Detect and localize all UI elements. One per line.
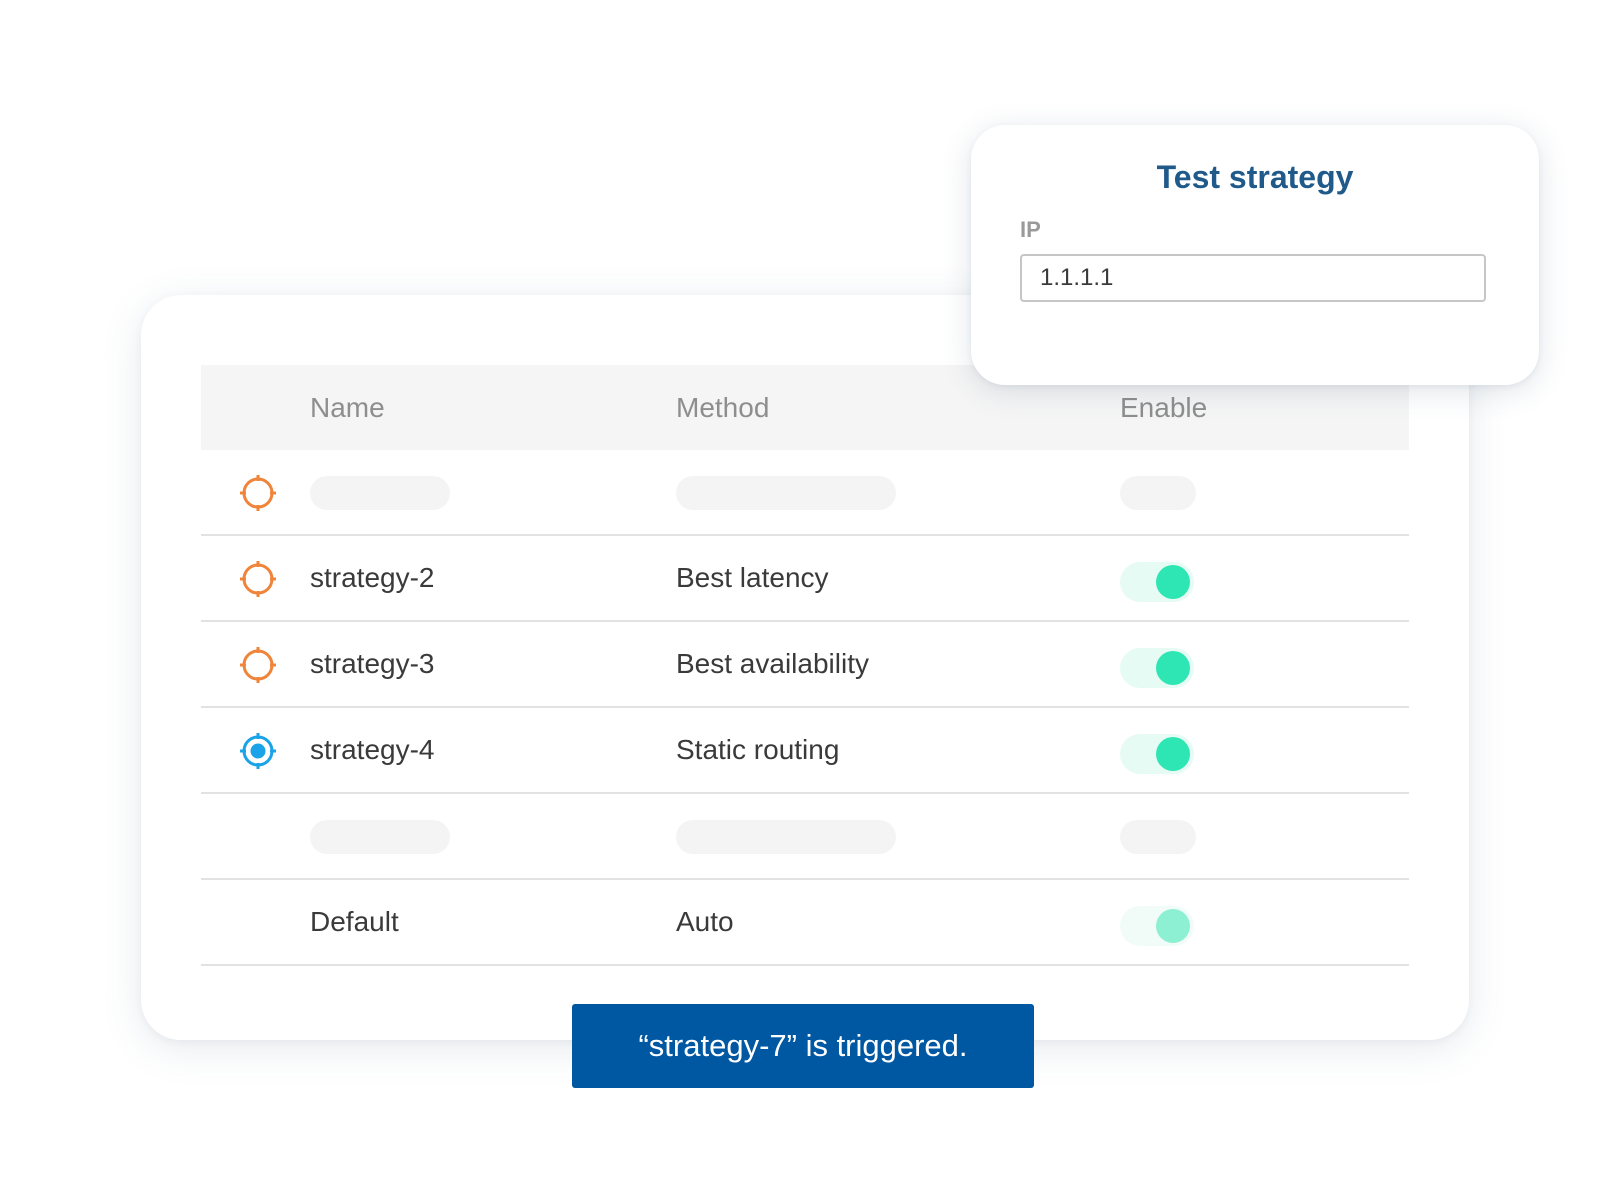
strategy-method: Best availability — [676, 648, 869, 679]
popover-title: Test strategy — [1156, 159, 1354, 195]
skeleton-name — [310, 820, 450, 854]
skeleton-method — [676, 820, 896, 854]
toggle-knob — [1156, 737, 1190, 771]
strategy-method: Best latency — [676, 562, 829, 593]
strategy-method: Auto — [676, 906, 734, 937]
enable-toggle[interactable] — [1120, 906, 1194, 946]
test-strategy-popover: Test strategy IP — [971, 125, 1539, 385]
skeleton-enable — [1120, 820, 1196, 854]
crosshair-active-icon[interactable] — [239, 732, 277, 770]
toggle-knob — [1156, 909, 1190, 943]
table-row[interactable]: strategy-3 Best availability — [201, 622, 1409, 708]
crosshair-icon[interactable] — [239, 646, 277, 684]
skeleton-enable — [1120, 476, 1196, 510]
table-row-placeholder — [201, 794, 1409, 880]
strategy-table-card: Name Method Enable strategy-2 Best laten… — [141, 295, 1469, 1040]
table-row[interactable]: strategy-2 Best latency — [201, 536, 1409, 622]
enable-toggle[interactable] — [1120, 734, 1194, 774]
toggle-knob — [1156, 651, 1190, 685]
trigger-toast: “strategy-7” is triggered. — [572, 1004, 1034, 1088]
skeleton-method — [676, 476, 896, 510]
ip-input[interactable] — [1020, 254, 1486, 302]
table-row-active[interactable]: strategy-4 Static routing — [201, 708, 1409, 794]
strategy-name: strategy-4 — [310, 734, 435, 765]
ip-label: IP — [1020, 217, 1041, 242]
crosshair-icon[interactable] — [239, 474, 277, 512]
strategy-name: strategy-3 — [310, 648, 435, 679]
enable-toggle-cell — [1120, 734, 1194, 774]
enable-toggle-cell — [1120, 906, 1194, 946]
strategy-name: Default — [310, 906, 399, 937]
header-name: Name — [310, 392, 385, 423]
crosshair-icon[interactable] — [239, 560, 277, 598]
enable-toggle[interactable] — [1120, 648, 1194, 688]
enable-toggle-cell — [1120, 648, 1194, 688]
strategy-table: Name Method Enable strategy-2 Best laten… — [201, 365, 1409, 966]
stage: Name Method Enable strategy-2 Best laten… — [0, 0, 1600, 1200]
table-row-default[interactable]: Default Auto — [201, 880, 1409, 966]
skeleton-name — [310, 476, 450, 510]
header-method: Method — [676, 392, 770, 423]
toggle-knob — [1156, 565, 1190, 599]
enable-toggle[interactable] — [1120, 562, 1194, 602]
strategy-method: Static routing — [676, 734, 840, 765]
table-row-placeholder — [201, 450, 1409, 536]
strategy-name: strategy-2 — [310, 562, 435, 593]
enable-toggle-cell — [1120, 562, 1194, 602]
